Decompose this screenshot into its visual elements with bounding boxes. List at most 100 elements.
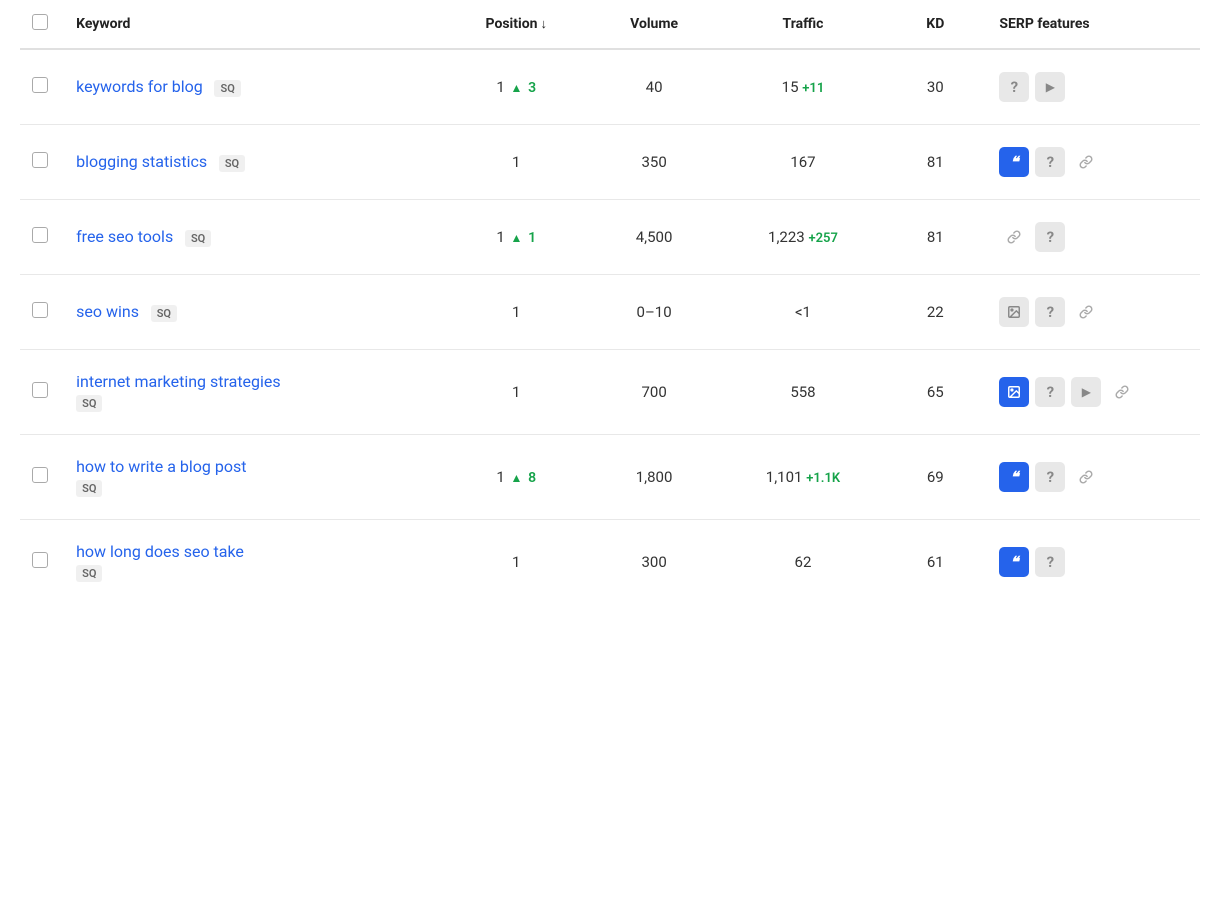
keyword-link[interactable]: seo wins (76, 302, 139, 321)
link-icon[interactable] (1071, 147, 1101, 177)
question-icon[interactable]: ? (1035, 462, 1065, 492)
header-volume[interactable]: Volume (593, 0, 714, 49)
position-cell: 1 (439, 350, 593, 435)
keyword-wrapper: internet marketing strategies SQ (76, 372, 427, 412)
select-all-checkbox[interactable] (32, 14, 48, 30)
row-checkbox-cell (20, 350, 64, 435)
main-table-container: Keyword Position↓ Volume Traffic KD SERP… (0, 0, 1220, 604)
serp-cell: ?▶ (979, 49, 1200, 125)
featured-snippet-blue-icon[interactable]: ❝ (999, 462, 1029, 492)
volume-value: 4,500 (636, 228, 673, 246)
keyword-wrapper: how long does seo take SQ (76, 542, 427, 582)
serp-icons-group: ?▶ (999, 377, 1188, 407)
header-position[interactable]: Position↓ (439, 0, 593, 49)
row-checkbox-cell (20, 435, 64, 520)
question-icon[interactable]: ? (1035, 147, 1065, 177)
keyword-cell: free seo tools SQ (64, 200, 439, 275)
header-serp: SERP features (979, 0, 1200, 49)
traffic-value: 15 (782, 78, 799, 96)
serp-icons-group: ❝? (999, 547, 1188, 577)
keyword-cell: blogging statistics SQ (64, 125, 439, 200)
table-header-row: Keyword Position↓ Volume Traffic KD SERP… (20, 0, 1200, 49)
position-cell: 1 (439, 275, 593, 350)
keyword-link[interactable]: how long does seo take (76, 542, 427, 561)
kd-value: 61 (927, 553, 944, 571)
sort-arrow-icon: ↓ (540, 17, 547, 32)
keyword-link[interactable]: how to write a blog post (76, 457, 427, 476)
question-icon[interactable]: ? (1035, 297, 1065, 327)
question-icon[interactable]: ? (1035, 377, 1065, 407)
keyword-link[interactable]: free seo tools (76, 227, 173, 246)
link-icon[interactable] (1071, 297, 1101, 327)
kd-cell: 22 (891, 275, 979, 350)
image-icon[interactable] (999, 297, 1029, 327)
keyword-link[interactable]: keywords for blog (76, 77, 203, 96)
row-checkbox[interactable] (32, 467, 48, 483)
sq-badge: SQ (185, 230, 211, 247)
video-icon[interactable]: ▶ (1071, 377, 1101, 407)
image-pack-blue-icon[interactable] (999, 377, 1029, 407)
keyword-cell: keywords for blog SQ (64, 49, 439, 125)
row-checkbox[interactable] (32, 382, 48, 398)
row-checkbox-cell (20, 275, 64, 350)
position-arrow-icon: ▲ (511, 81, 523, 95)
link-icon[interactable] (1107, 377, 1137, 407)
header-keyword[interactable]: Keyword (64, 0, 439, 49)
serp-icons-group: ❝? (999, 147, 1188, 177)
featured-snippet-gray-icon[interactable]: ? (999, 72, 1029, 102)
position-arrow-icon: ▲ (511, 471, 523, 485)
sq-badge: SQ (219, 155, 245, 172)
row-checkbox[interactable] (32, 227, 48, 243)
keyword-link[interactable]: blogging statistics (76, 152, 207, 171)
position-change: 8 (528, 470, 536, 486)
volume-value: 700 (641, 383, 666, 401)
position-value: 1 (496, 78, 504, 96)
position-change: 1 (528, 230, 536, 246)
position-cell: 1 ▲ 8 (439, 435, 593, 520)
table-body: keywords for blog SQ 1 ▲ 34015 +1130?▶ b… (20, 49, 1200, 604)
keyword-cell: seo wins SQ (64, 275, 439, 350)
featured-snippet-blue-icon[interactable]: ❝ (999, 147, 1029, 177)
volume-cell: 4,500 (593, 200, 714, 275)
question-icon[interactable]: ? (1035, 547, 1065, 577)
traffic-change: +257 (808, 231, 837, 246)
serp-cell: ?▶ (979, 350, 1200, 435)
row-checkbox[interactable] (32, 77, 48, 93)
kd-cell: 30 (891, 49, 979, 125)
position-arrow-icon: ▲ (511, 231, 523, 245)
keyword-wrapper: seo wins SQ (76, 303, 177, 321)
row-checkbox[interactable] (32, 552, 48, 568)
keyword-link[interactable]: internet marketing strategies (76, 372, 427, 391)
volume-value: 0–10 (637, 303, 672, 321)
table-row: keywords for blog SQ 1 ▲ 34015 +1130?▶ (20, 49, 1200, 125)
traffic-value: <1 (795, 303, 811, 321)
position-change: 3 (528, 80, 536, 96)
link-icon[interactable] (999, 222, 1029, 252)
serp-icons-group: ? (999, 297, 1188, 327)
volume-value: 300 (641, 553, 666, 571)
row-checkbox-cell (20, 520, 64, 605)
table-row: seo wins SQ 1 0–10 <1 22? (20, 275, 1200, 350)
header-kd[interactable]: KD (891, 0, 979, 49)
volume-cell: 1,800 (593, 435, 714, 520)
position-value: 1 (512, 303, 520, 321)
keyword-cell: internet marketing strategies SQ (64, 350, 439, 435)
kd-value: 81 (927, 153, 944, 171)
position-value: 1 (512, 383, 520, 401)
question-icon[interactable]: ? (1035, 222, 1065, 252)
row-checkbox[interactable] (32, 152, 48, 168)
sq-badge: SQ (76, 565, 102, 582)
video-icon[interactable]: ▶ (1035, 72, 1065, 102)
volume-value: 1,800 (636, 468, 673, 486)
position-value: 1 (496, 468, 504, 486)
row-checkbox-cell (20, 200, 64, 275)
link-icon[interactable] (1071, 462, 1101, 492)
traffic-value: 1,223 (768, 228, 805, 246)
featured-snippet-blue-icon[interactable]: ❝ (999, 547, 1029, 577)
row-checkbox[interactable] (32, 302, 48, 318)
position-cell: 1 ▲ 3 (439, 49, 593, 125)
keyword-cell: how long does seo take SQ (64, 520, 439, 605)
traffic-value: 62 (795, 553, 812, 571)
traffic-change: +11 (802, 81, 824, 96)
header-traffic[interactable]: Traffic (715, 0, 891, 49)
